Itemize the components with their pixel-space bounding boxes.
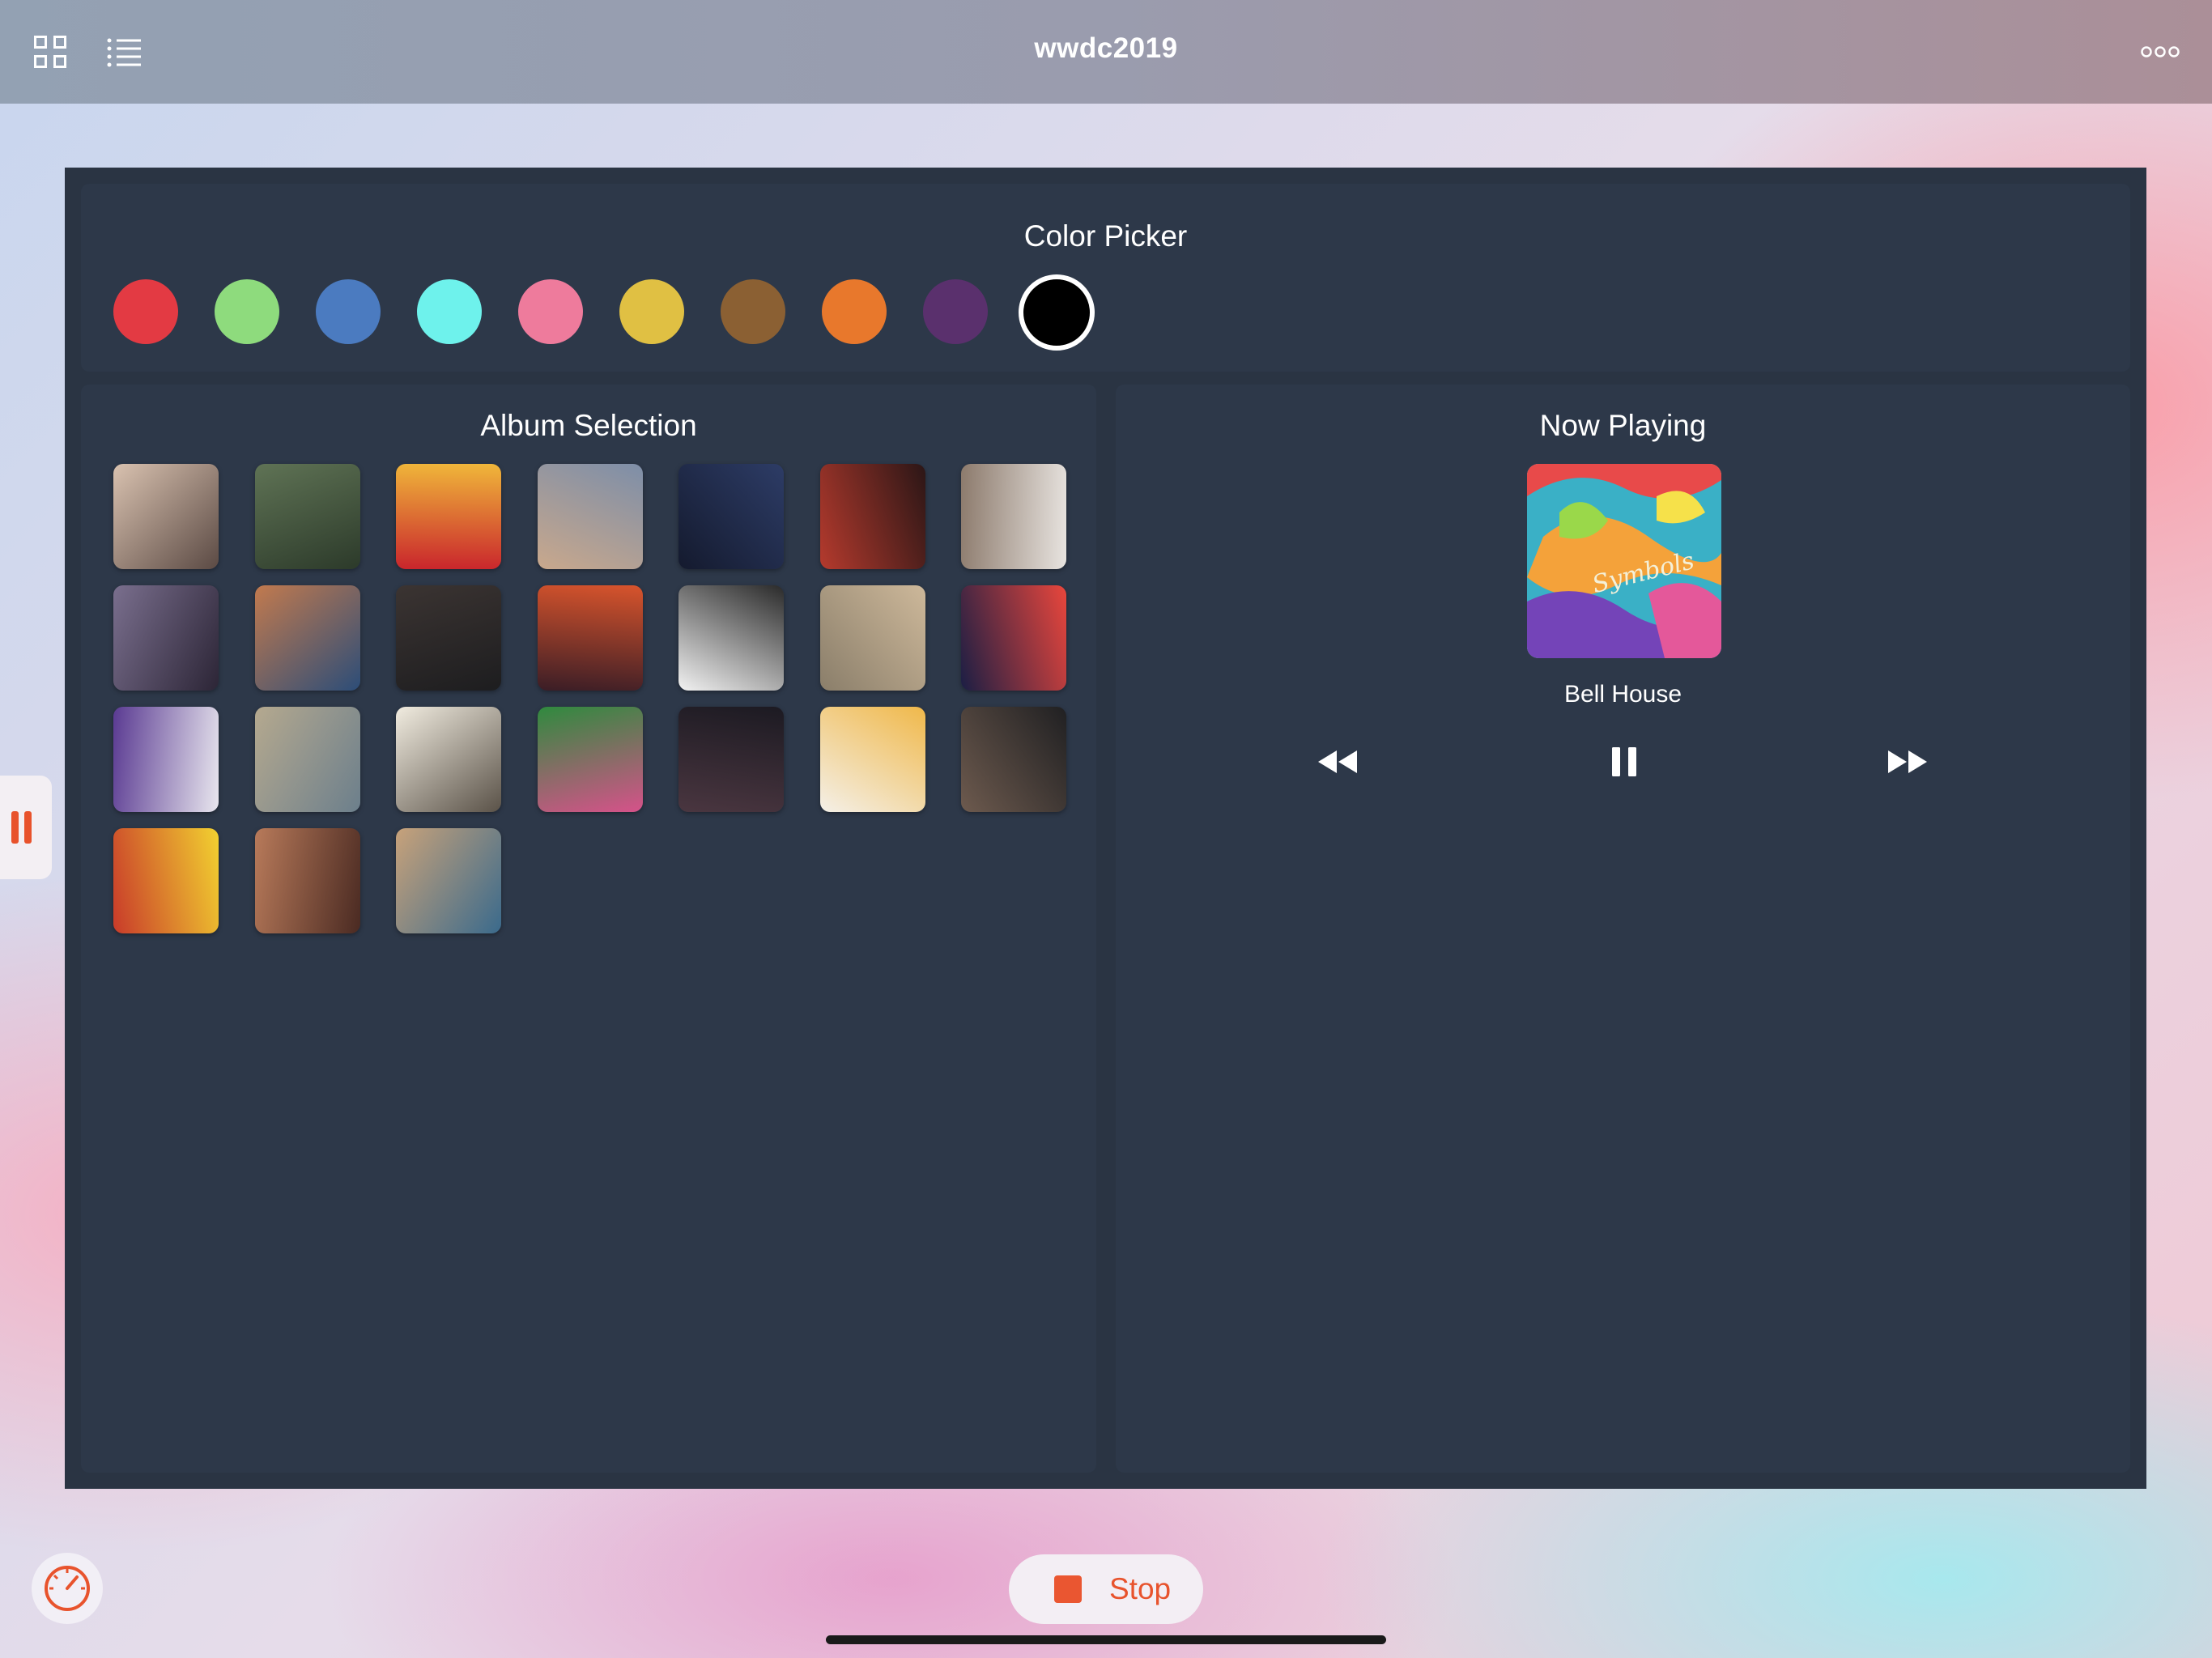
- color-swatch-pink[interactable]: [518, 279, 583, 344]
- color-swatch-yellow[interactable]: [619, 279, 684, 344]
- speedometer-button[interactable]: [32, 1553, 103, 1624]
- album-cover[interactable]: [678, 585, 784, 691]
- pause-bar-left: [11, 811, 19, 844]
- color-swatch-orange[interactable]: [822, 279, 887, 344]
- speedometer-icon: [45, 1566, 90, 1611]
- album-cover[interactable]: [254, 707, 360, 812]
- album-cover[interactable]: [396, 585, 501, 691]
- stop-label: Stop: [1109, 1572, 1172, 1605]
- album-cover[interactable]: [961, 585, 1066, 691]
- album-selection-card: Album Selection: [81, 385, 1096, 1473]
- album-cover[interactable]: [537, 464, 643, 569]
- album-cover[interactable]: [678, 707, 784, 812]
- album-cover[interactable]: [537, 585, 643, 691]
- color-swatch-purple[interactable]: [923, 279, 988, 344]
- main-panel: Color Picker Album Selection Now Playing…: [65, 168, 2146, 1489]
- album-cover[interactable]: [396, 707, 501, 812]
- pause-bar-right: [24, 811, 32, 844]
- more-options-icon[interactable]: [2141, 44, 2180, 60]
- album-cover[interactable]: [113, 707, 219, 812]
- fast-forward-icon[interactable]: [1883, 738, 1932, 786]
- now-playing-title: Now Playing: [1539, 409, 1707, 442]
- stop-icon: [1054, 1575, 1082, 1603]
- album-cover[interactable]: [254, 464, 360, 569]
- rewind-icon[interactable]: [1313, 738, 1362, 786]
- color-swatch-brown[interactable]: [721, 279, 785, 344]
- album-cover[interactable]: [819, 464, 925, 569]
- navigation-bar: wwdc2019: [0, 0, 2212, 104]
- color-picker-card: Color Picker: [81, 184, 2130, 372]
- album-cover[interactable]: [537, 707, 643, 812]
- color-swatch-red[interactable]: [113, 279, 178, 344]
- color-swatch-green[interactable]: [215, 279, 279, 344]
- now-playing-track: Bell House: [1563, 681, 1682, 708]
- color-swatch-blue[interactable]: [316, 279, 381, 344]
- now-playing-artwork: Symbols: [1527, 464, 1721, 658]
- home-indicator[interactable]: [826, 1635, 1386, 1644]
- app-title: wwdc2019: [1034, 32, 1178, 64]
- album-cover[interactable]: [396, 464, 501, 569]
- album-cover[interactable]: [961, 464, 1066, 569]
- color-picker-title: Color Picker: [1023, 219, 1188, 253]
- album-selection-title: Album Selection: [480, 409, 697, 442]
- album-cover[interactable]: [396, 828, 501, 933]
- pause-icon[interactable]: [1600, 738, 1648, 786]
- stop-button[interactable]: Stop: [1009, 1554, 1203, 1624]
- color-swatch-black[interactable]: [1019, 274, 1095, 351]
- color-swatch-cyan[interactable]: [417, 279, 482, 344]
- album-cover[interactable]: [678, 464, 784, 569]
- album-cover[interactable]: [254, 585, 360, 691]
- album-cover[interactable]: [113, 828, 219, 933]
- album-cover[interactable]: [113, 464, 219, 569]
- album-cover[interactable]: [819, 585, 925, 691]
- album-cover[interactable]: [819, 707, 925, 812]
- now-playing-card: Now Playing Symbols Bell House: [1116, 385, 2130, 1473]
- album-cover[interactable]: [113, 585, 219, 691]
- side-pause-handle[interactable]: [0, 776, 52, 879]
- album-cover[interactable]: [961, 707, 1066, 812]
- album-cover[interactable]: [254, 828, 360, 933]
